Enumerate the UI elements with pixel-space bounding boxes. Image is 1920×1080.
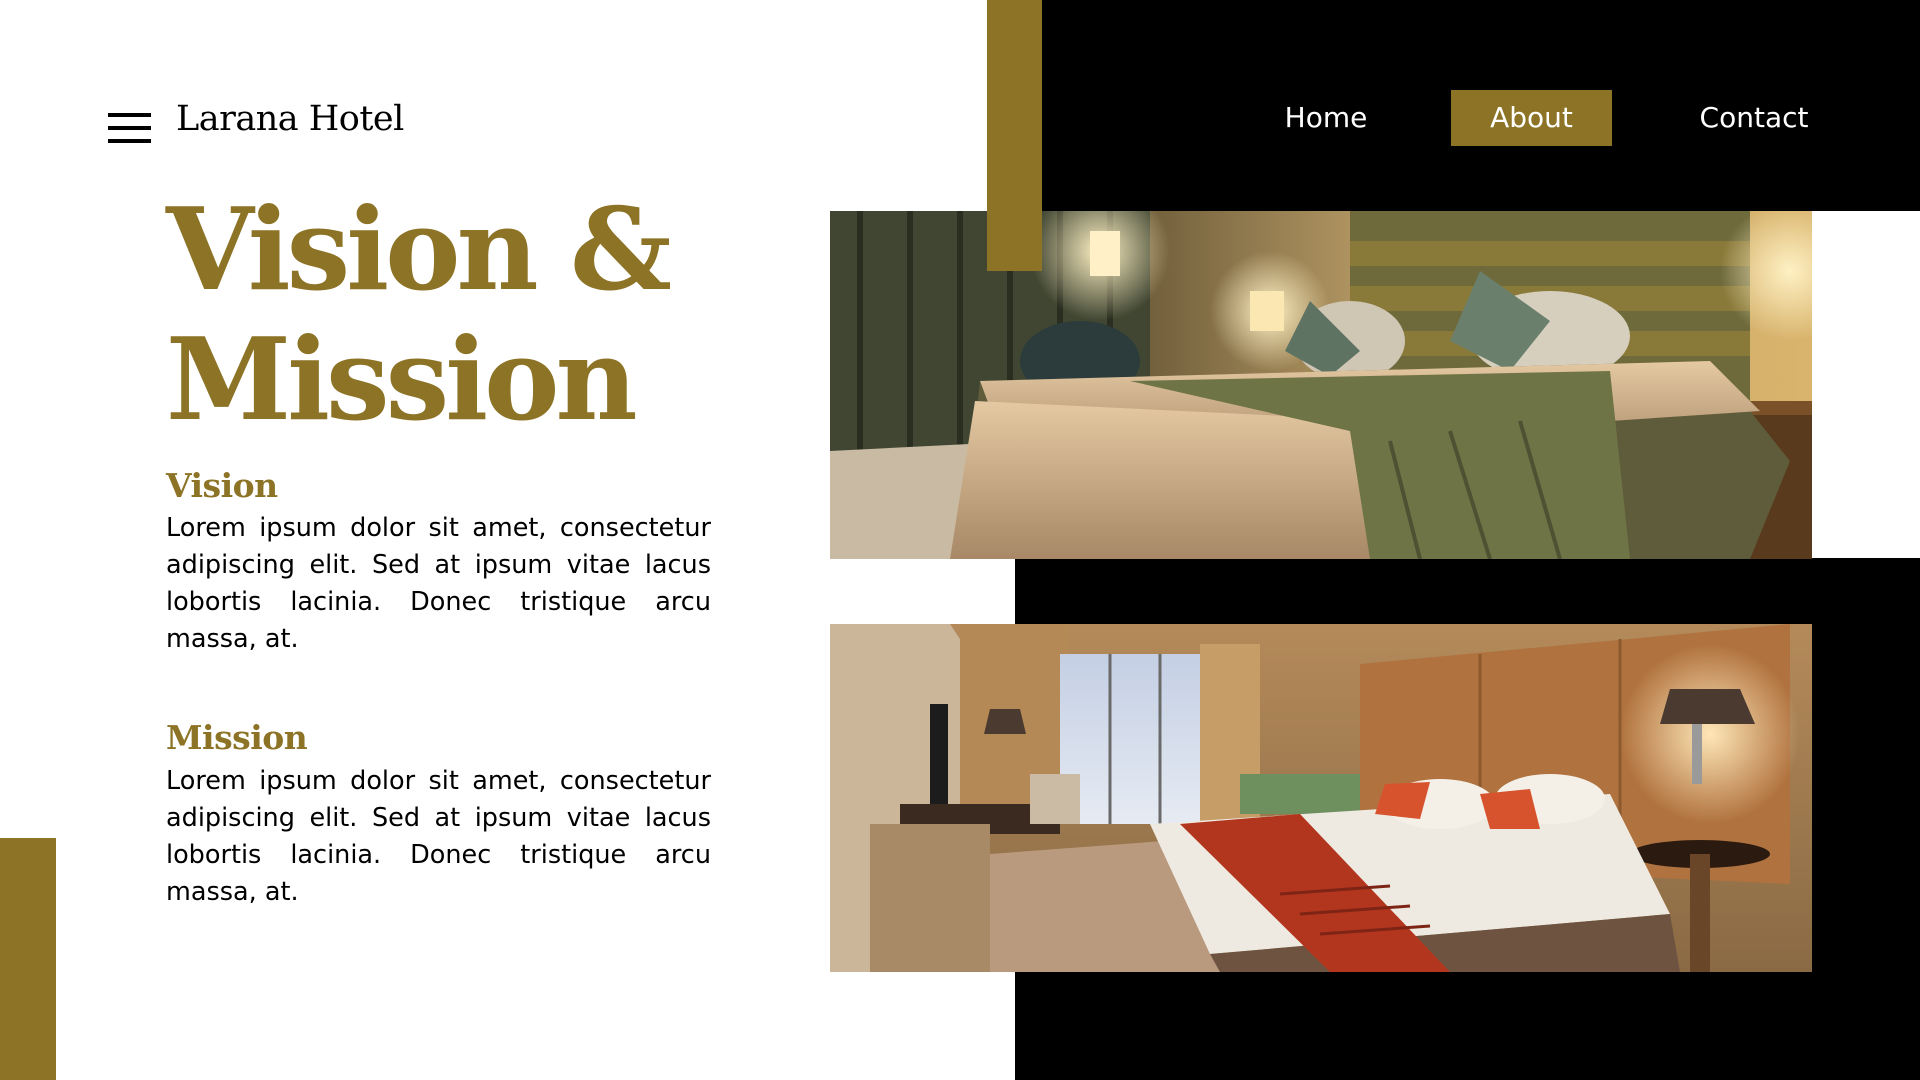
nav-about-link[interactable]: About	[1451, 90, 1612, 146]
page-title-line-1: Vision &	[166, 183, 672, 316]
nav-contact-link[interactable]: Contact	[1692, 90, 1816, 146]
page-title-line-2: Mission	[166, 313, 638, 446]
gold-accent-bar-left	[0, 838, 56, 1080]
nav-home-link[interactable]: Home	[1270, 90, 1382, 146]
mission-paragraph: Lorem ipsum dolor sit amet, consectetur …	[166, 766, 711, 907]
gold-accent-bar-top	[987, 0, 1042, 271]
mission-heading: Mission	[166, 718, 308, 757]
vision-heading: Vision	[166, 466, 278, 505]
brand-logo-text[interactable]: Larana Hotel	[176, 102, 404, 137]
hamburger-menu-icon[interactable]	[108, 113, 151, 144]
hotel-room-photo-1	[830, 211, 1812, 559]
hotel-room-photo-2	[830, 624, 1812, 972]
page-title: Vision & Mission	[166, 183, 672, 446]
vision-paragraph: Lorem ipsum dolor sit amet, consectetur …	[166, 513, 711, 654]
